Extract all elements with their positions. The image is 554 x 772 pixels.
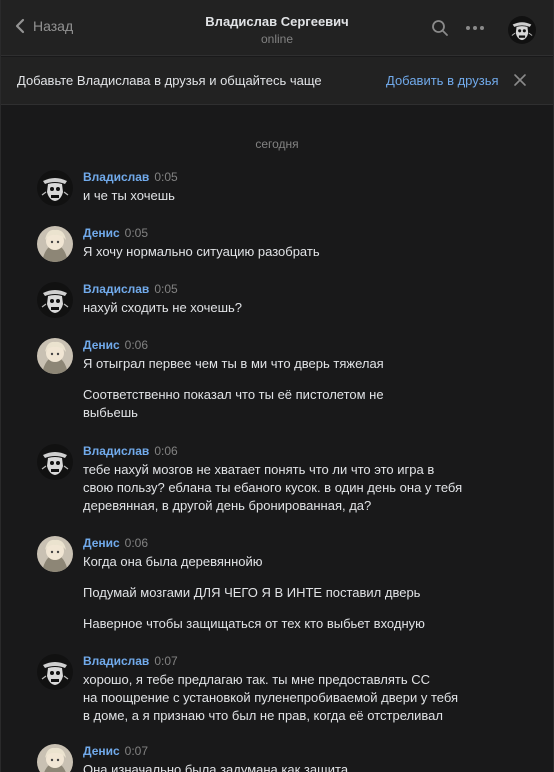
avatar[interactable]: [37, 226, 73, 262]
message-time: 0:06: [154, 444, 178, 458]
message-author[interactable]: Денис: [83, 744, 120, 758]
message-author[interactable]: Денис: [83, 536, 120, 550]
message-time: 0:05: [124, 226, 149, 240]
message-text: свою пользу? еблана ты ебаного кусок. в …: [83, 480, 463, 495]
anime-avatar-icon: [37, 744, 73, 772]
message-time: 0:05: [154, 170, 178, 184]
message-text: хорошо, я тебе предлагаю так. ты мне пре…: [83, 672, 431, 687]
search-button[interactable]: [428, 16, 452, 40]
message-author[interactable]: Владислав: [83, 444, 149, 458]
back-label: Назад: [33, 18, 74, 34]
anime-avatar-icon: [37, 226, 73, 262]
close-icon[interactable]: [513, 73, 527, 87]
motorhead-avatar-icon: [37, 170, 73, 206]
chevron-left-icon: [15, 18, 25, 34]
message-text: в доме, а я признаю что был не прав, ког…: [83, 708, 443, 723]
message-text: Когда она была деревяннойю: [83, 554, 263, 569]
message-text: выбьешь: [83, 405, 138, 420]
add-friend-link[interactable]: Добавить в друзья: [386, 73, 499, 88]
message-author[interactable]: Владислав: [83, 282, 149, 296]
message-text: Соответственно показал что ты её пистоле…: [83, 387, 384, 402]
avatar[interactable]: [37, 654, 73, 690]
header-avatar[interactable]: [508, 16, 536, 44]
motorhead-avatar-icon: [37, 444, 73, 480]
message-text: деревянная, в другой день бронированная,…: [83, 498, 372, 513]
message-text: Я отыграл первее чем ты в ми что дверь т…: [83, 356, 384, 371]
anime-avatar-icon: [37, 536, 73, 572]
message-text: Наверное чтобы защищаться от тех кто выб…: [83, 616, 425, 631]
message-time: 0:07: [154, 654, 178, 668]
message-author[interactable]: Денис: [83, 338, 120, 352]
message-text: нахуй сходить не хочешь?: [83, 300, 243, 315]
more-button[interactable]: [463, 16, 487, 40]
avatar[interactable]: [37, 536, 73, 572]
motorhead-avatar-icon: [508, 16, 536, 44]
message-text: и че ты хочешь: [83, 188, 175, 203]
motorhead-avatar-icon: [37, 282, 73, 318]
back-button[interactable]: Назад: [13, 18, 73, 34]
anime-avatar-icon: [37, 338, 73, 374]
avatar[interactable]: [37, 444, 73, 480]
message-author[interactable]: Владислав: [83, 170, 149, 184]
message-time: 0:07: [124, 744, 149, 758]
message-time: 0:06: [124, 536, 149, 550]
message-time: 0:05: [154, 282, 178, 296]
message-text: тебе нахуй мозгов не хватает понять что …: [83, 462, 435, 477]
message-text: Она изначально была задумана как защита: [83, 762, 349, 772]
message-time: 0:06: [124, 338, 149, 352]
avatar[interactable]: [37, 170, 73, 206]
motorhead-avatar-icon: [37, 654, 73, 690]
message-text: на поощрение с установкой пуленепробивае…: [83, 690, 459, 705]
more-icon: [466, 26, 484, 30]
avatar[interactable]: [37, 338, 73, 374]
avatar[interactable]: [37, 744, 73, 772]
date-separator: сегодня: [255, 137, 299, 151]
chat-header: Назад Владислав Сергеевич online: [1, 0, 553, 56]
chat-window: Назад Владислав Сергеевич online Добавьт…: [0, 0, 554, 772]
add-friend-banner: Добавьте Владислава в друзья и общайтесь…: [1, 57, 553, 105]
message-author[interactable]: Денис: [83, 226, 120, 240]
message-author[interactable]: Владислав: [83, 654, 149, 668]
message-text: Я хочу нормально ситуацию разобрать: [83, 244, 320, 259]
avatar[interactable]: [37, 282, 73, 318]
message-text: Подумай мозгами ДЛЯ ЧЕГО Я В ИНТЕ постав…: [83, 585, 421, 600]
banner-text: Добавьте Владислава в друзья и общайтесь…: [17, 73, 322, 88]
search-icon: [432, 20, 448, 36]
